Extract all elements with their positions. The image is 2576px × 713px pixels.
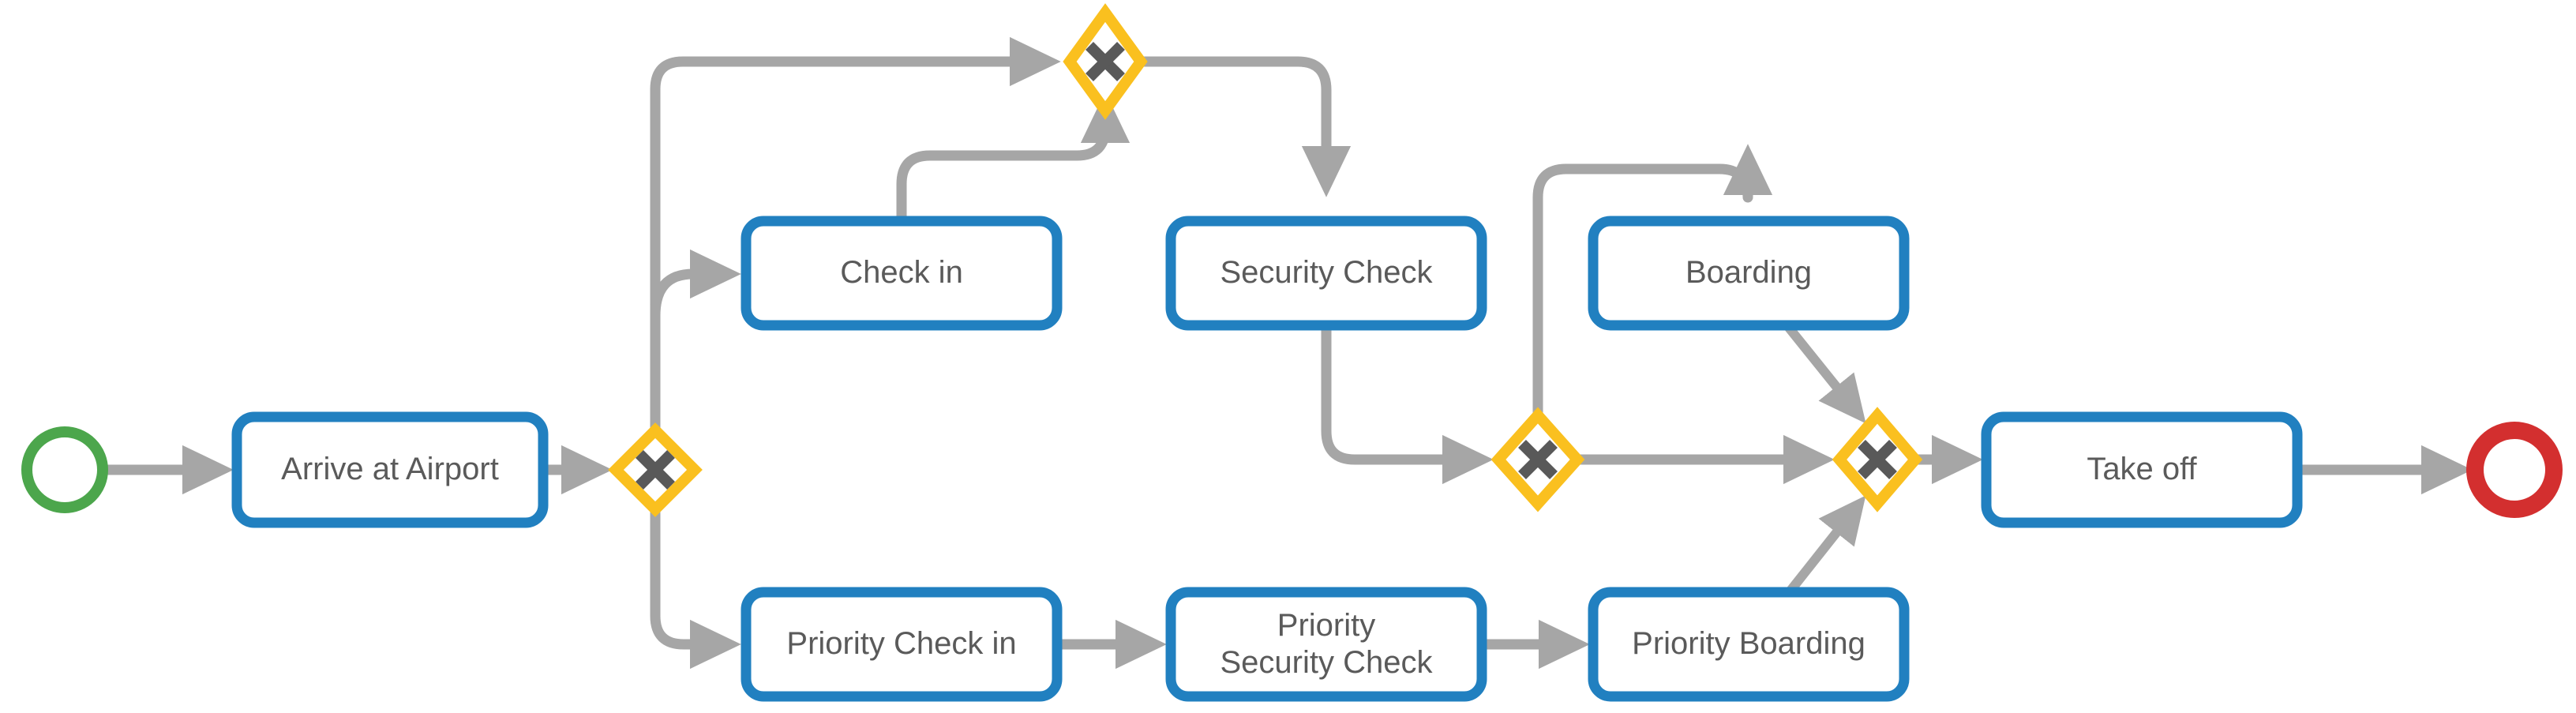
gateway-exclusive-merge-2[interactable] xyxy=(1490,407,1585,512)
flow-security-check-to-merge-2 xyxy=(1321,326,1494,485)
flow-merge-top-to-security-check xyxy=(1142,56,1352,197)
flow-boarding-to-merge-3 xyxy=(1785,325,1866,424)
flow-check-in-to-merge-top xyxy=(896,92,1131,221)
task-boarding[interactable] xyxy=(1588,216,1910,331)
flow-priority-boarding-to-merge-3 xyxy=(1787,495,1866,594)
gateway-exclusive-merge-3[interactable] xyxy=(1832,407,1923,512)
gateway-exclusive-split-1[interactable] xyxy=(608,422,703,517)
flow-gateway1-to-priority-check-in xyxy=(650,509,741,670)
bpmn-diagram-canvas: Arrive at Airport Check in Security Chec… xyxy=(0,0,2576,713)
end-event[interactable] xyxy=(2466,422,2563,518)
task-priority-security-check[interactable] xyxy=(1165,587,1487,702)
task-security-check[interactable] xyxy=(1165,216,1487,331)
task-take-off[interactable] xyxy=(1981,411,2303,528)
task-priority-boarding[interactable] xyxy=(1588,587,1910,702)
gateway-exclusive-merge-top[interactable] xyxy=(1063,3,1148,120)
flow-gateway1-to-check-in xyxy=(650,249,741,317)
flow-connectors-layer xyxy=(21,3,2563,702)
start-event[interactable] xyxy=(21,426,108,513)
task-check-in[interactable] xyxy=(741,216,1063,331)
task-priority-check-in[interactable] xyxy=(741,587,1063,702)
task-arrive-at-airport[interactable] xyxy=(231,411,549,528)
